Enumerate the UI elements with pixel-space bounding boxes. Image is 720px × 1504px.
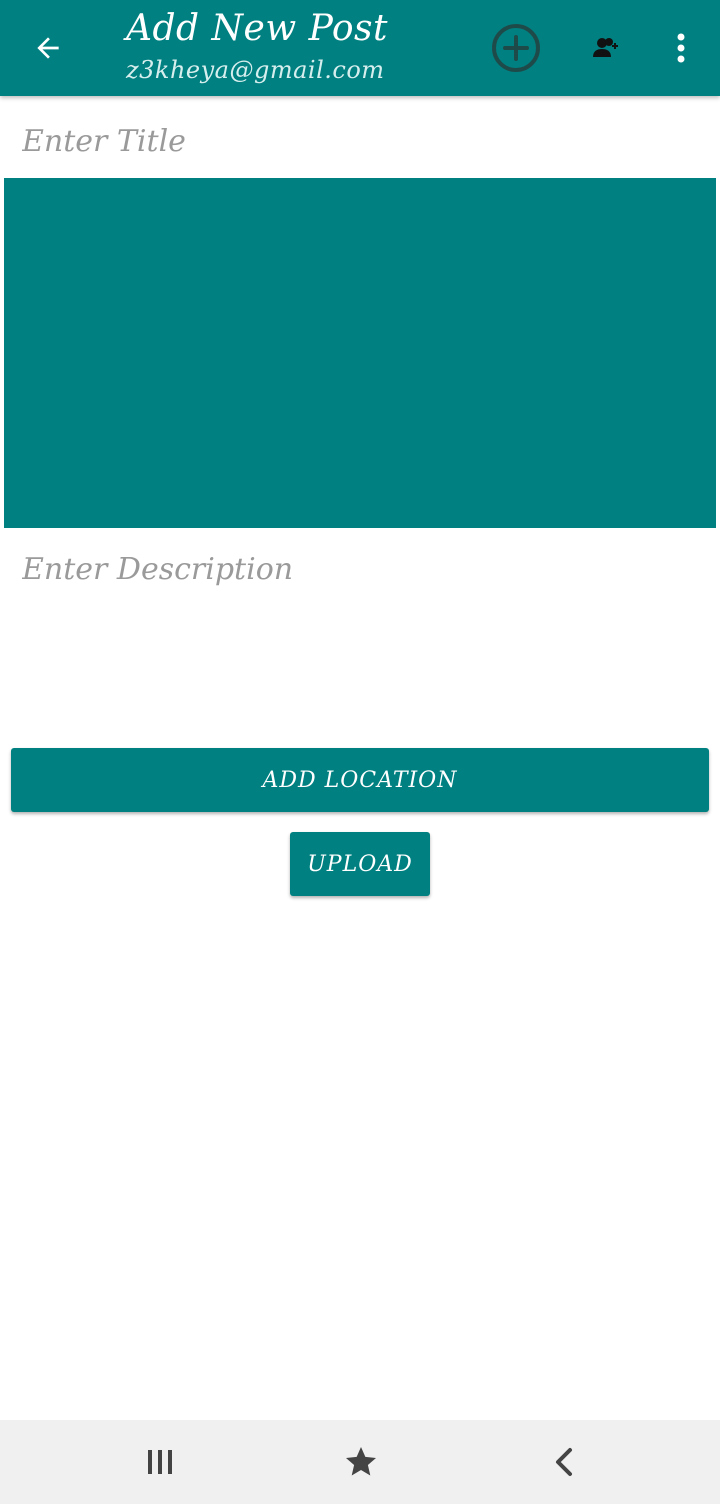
more-vertical-icon (677, 33, 685, 63)
home-button[interactable] (337, 1438, 385, 1486)
image-preview[interactable] (4, 178, 716, 528)
system-navigation-bar (0, 1420, 720, 1504)
description-input[interactable] (22, 548, 698, 708)
upload-button[interactable]: UPLOAD (290, 832, 430, 896)
more-options-button[interactable] (664, 26, 698, 70)
title-input[interactable] (22, 116, 698, 166)
user-email: z3kheya@gmail.com (126, 56, 385, 84)
recents-button[interactable] (136, 1438, 184, 1486)
system-back-button[interactable] (540, 1438, 588, 1486)
add-location-button[interactable]: ADD LOCATION (11, 748, 709, 812)
add-post-button[interactable] (491, 23, 541, 73)
back-button[interactable] (22, 22, 74, 74)
add-circle-icon (492, 24, 540, 72)
add-post-screen: Add New Post z3kheya@gmail.com Enter Tit… (0, 0, 720, 1504)
back-chevron-icon (556, 1448, 572, 1476)
back-arrow-icon (37, 37, 59, 59)
recents-icon (148, 1450, 172, 1474)
add-user-button[interactable] (588, 30, 624, 66)
home-star-icon (346, 1447, 376, 1476)
person-add-icon (593, 38, 618, 57)
toolbar: Add New Post z3kheya@gmail.com (0, 0, 720, 96)
page-title: Add New Post (126, 8, 388, 49)
